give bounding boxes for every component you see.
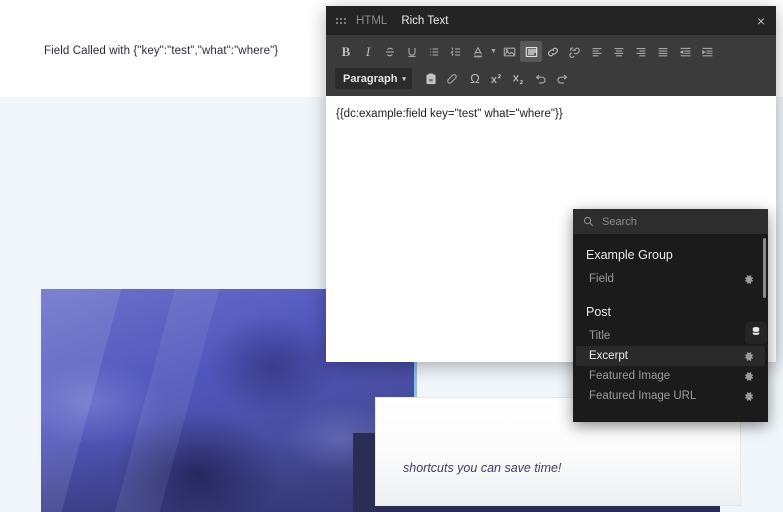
clear-formatting-button[interactable] xyxy=(442,68,464,89)
list-item-featured-image[interactable]: Featured Image xyxy=(576,366,765,386)
drag-handle-icon[interactable] xyxy=(336,15,346,27)
special-character-button[interactable]: Ω xyxy=(464,68,486,89)
dropdown-scrollbar-thumb[interactable] xyxy=(763,238,766,298)
chevron-down-icon: ▾ xyxy=(402,75,406,83)
list-item-label: Field xyxy=(589,273,614,285)
list-item-label: Featured Image xyxy=(589,370,671,382)
tab-html[interactable]: HTML xyxy=(356,15,387,27)
text-color-button[interactable] xyxy=(467,41,489,62)
strikethrough-button[interactable] xyxy=(379,41,401,62)
numbered-list-button[interactable] xyxy=(445,41,467,62)
outdent-button[interactable] xyxy=(674,41,696,62)
paragraph-format-label: Paragraph xyxy=(343,72,398,85)
tab-rich-text[interactable]: Rich Text xyxy=(401,15,448,27)
paste-as-text-button[interactable] xyxy=(420,68,442,89)
group-title-example-group: Example Group xyxy=(586,248,673,262)
align-right-button[interactable] xyxy=(630,41,652,62)
indent-button[interactable] xyxy=(696,41,718,62)
database-icon xyxy=(750,324,762,342)
gear-icon[interactable] xyxy=(743,371,754,382)
list-item-label: Title xyxy=(589,330,611,342)
group-title-post: Post xyxy=(586,305,612,319)
unlink-button[interactable] xyxy=(564,41,586,62)
redo-button[interactable] xyxy=(552,68,574,89)
undo-button[interactable] xyxy=(530,68,552,89)
align-justify-button[interactable] xyxy=(652,41,674,62)
page-root: Field Called with {"key":"test","what":"… xyxy=(0,0,783,512)
editor-content-text: {{dc:example:field key="test" what="wher… xyxy=(336,108,563,120)
toolbar-row-blocks: Paragraph ▾ Ω xyxy=(335,67,767,90)
list-item-label: Excerpt xyxy=(589,350,628,362)
list-item-excerpt[interactable]: Excerpt xyxy=(576,346,765,366)
italic-button[interactable]: I xyxy=(357,41,379,62)
panel-titlebar: HTML Rich Text × xyxy=(326,6,776,35)
close-icon[interactable]: × xyxy=(757,14,765,28)
bullet-list-button[interactable] xyxy=(423,41,445,62)
editor-content-area[interactable]: {{dc:example:field key="test" what="wher… xyxy=(326,96,776,422)
rich-text-editor-panel: HTML Rich Text × B I ▼ Paragraph ▾ Ω {{d… xyxy=(326,6,776,422)
editor-toolbar: B I ▼ Paragraph ▾ Ω xyxy=(326,35,776,96)
paragraph-format-dropdown[interactable]: Paragraph ▾ xyxy=(335,68,412,89)
chevron-down-icon[interactable]: ▼ xyxy=(489,48,498,55)
insert-image-button[interactable] xyxy=(498,41,520,62)
superscript-button[interactable] xyxy=(486,68,508,89)
toolbar-row-formatting: B I ▼ xyxy=(335,40,767,63)
underline-button[interactable] xyxy=(401,41,423,62)
subscript-button[interactable] xyxy=(508,68,530,89)
search-input[interactable] xyxy=(602,215,758,228)
dynamic-content-button[interactable] xyxy=(745,322,767,344)
dropdown-list: Example Group Field Post Title Excerpt F… xyxy=(573,234,768,422)
list-item-label: Featured Image URL xyxy=(589,390,697,402)
gear-icon[interactable] xyxy=(743,274,754,285)
gear-icon[interactable] xyxy=(743,351,754,362)
align-center-button[interactable] xyxy=(608,41,630,62)
insert-link-button[interactable] xyxy=(542,41,564,62)
list-item-featured-image-url[interactable]: Featured Image URL xyxy=(576,386,765,406)
search-icon xyxy=(583,216,594,227)
align-left-button[interactable] xyxy=(586,41,608,62)
field-output-text: Field Called with {"key":"test","what":"… xyxy=(44,45,279,57)
blockquote-button[interactable] xyxy=(520,41,542,62)
dynamic-content-dropdown: Example Group Field Post Title xyxy=(573,209,768,422)
list-item-title[interactable]: Title xyxy=(576,326,765,346)
list-item-field[interactable]: Field xyxy=(576,269,765,289)
bold-button[interactable]: B xyxy=(335,41,357,62)
content-card-text: shortcuts you can save time! xyxy=(403,461,562,475)
gear-icon[interactable] xyxy=(743,391,754,402)
dropdown-search-bar[interactable] xyxy=(573,209,768,234)
